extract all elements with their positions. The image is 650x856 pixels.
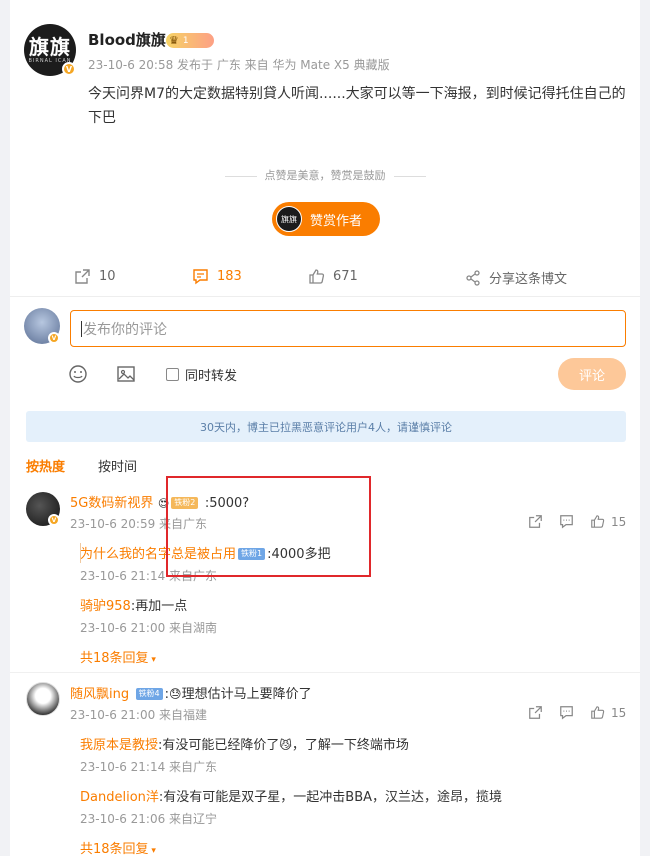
comment-icon xyxy=(193,269,208,285)
comment-actions: 15 xyxy=(528,705,626,720)
comment-like-button[interactable]: 15 xyxy=(590,514,626,529)
reply-text: :再加一点 xyxy=(130,599,188,614)
reward-author-button[interactable]: 旗旗 赞赏作者 xyxy=(272,202,380,236)
reply-line: 骑驴958:再加一点 xyxy=(80,595,187,614)
text-caret xyxy=(81,320,82,337)
sweat-emoji-icon: 😓 xyxy=(169,687,182,701)
like-button[interactable]: 671 xyxy=(308,268,358,285)
reply-icon[interactable] xyxy=(559,705,574,720)
more-replies-label: 共18条回复 xyxy=(80,651,149,666)
divider-line-right xyxy=(393,175,426,177)
comment-placeholder: 发布你的评论 xyxy=(83,321,167,338)
fan-badge: 铁粉4 xyxy=(135,688,163,700)
caret-down-icon: ▾ xyxy=(148,846,156,856)
like-count: 671 xyxy=(333,269,358,284)
reward-avatar: 旗旗 xyxy=(276,206,302,232)
reply-meta: 23-10-6 21:14 来自广东 xyxy=(80,760,218,774)
author-name[interactable]: Blood旗旗 xyxy=(88,29,166,50)
reply-text-cont: ，了解一下终端市场 xyxy=(291,738,409,753)
reply-line: Dandelion洋:有没有可能是双子星，一起冲击BBA，汉兰达，途昂，揽境 xyxy=(80,786,502,805)
share-label: 分享这条博文 xyxy=(489,272,568,287)
more-replies-label: 共18条回复 xyxy=(80,842,149,856)
post-meta: 23-10-6 20:58 发布于 广东 来自 华为 Mate X5 典藏版 xyxy=(88,58,390,72)
caret-down-icon: ▾ xyxy=(148,655,156,665)
thumbs-up-icon xyxy=(591,706,605,719)
commenter-verified-icon: V xyxy=(48,514,60,526)
repost-count: 10 xyxy=(99,269,116,284)
reply-text: :有没有可能是双子星，一起冲击BBA，汉兰达，途昂，揽境 xyxy=(158,790,503,805)
emoji-button[interactable] xyxy=(68,364,88,384)
section-divider xyxy=(10,296,640,297)
image-button[interactable] xyxy=(116,364,136,384)
share-button[interactable]: 分享这条博文 xyxy=(465,268,567,287)
repost-icon xyxy=(75,269,90,284)
repost-icon[interactable] xyxy=(528,705,543,720)
avatar-text: 旗旗 xyxy=(29,35,71,59)
comment-meta: 23-10-6 21:00 来自福建 xyxy=(70,708,208,722)
commenter-avatar[interactable] xyxy=(26,682,60,716)
post-text: 今天问界M7的大定数据特别貸人听闻......大家可以等一下海报，到时候记得托住… xyxy=(88,86,626,126)
post-card: 旗旗 BIRNAL ICAN V Blood旗旗 ♛ 1 23-10-6 20:… xyxy=(10,0,640,856)
comment-line: 随风飘ing 铁粉4:😓理想估计马上要降价了 xyxy=(70,683,312,702)
checkbox-box[interactable] xyxy=(166,368,179,381)
thumbs-up-icon xyxy=(591,515,605,528)
reply-text: :有没可能已经降价了 xyxy=(158,738,280,753)
reply-line: 我原本是教授:有没可能已经降价了😼，了解一下终端市场 xyxy=(80,734,409,753)
reply-icon[interactable] xyxy=(559,514,574,529)
cat-emoji-icon: 😼 xyxy=(279,738,292,752)
sort-by-hot-tab[interactable]: 按热度 xyxy=(26,456,65,475)
comment-like-button[interactable]: 15 xyxy=(590,705,626,720)
divider-text: 点赞是美意，赞赏是鼓励 xyxy=(264,169,386,182)
divider-line-left xyxy=(224,175,257,177)
comment-input[interactable]: 发布你的评论 xyxy=(70,310,626,347)
reward-label: 赞赏作者 xyxy=(310,213,363,229)
comment-like-count: 15 xyxy=(611,705,627,720)
reply-meta: 23-10-6 21:00 来自湖南 xyxy=(80,621,218,635)
image-icon xyxy=(117,366,135,382)
comment-count-button[interactable]: 183 xyxy=(192,268,242,285)
blacklist-notice: 30天内，博主已拉黑恶意评论用户4人，请谨慎评论 xyxy=(26,411,626,442)
reply-meta: 23-10-6 21:06 来自辽宁 xyxy=(80,812,218,826)
repost-checkbox-label: 同时转发 xyxy=(185,369,238,384)
thumbs-up-icon xyxy=(309,269,325,284)
replier-name[interactable]: 骑驴958 xyxy=(80,599,131,614)
commenter-name[interactable]: 随风飘ing xyxy=(70,687,129,702)
replier-name[interactable]: Dandelion洋 xyxy=(80,790,159,805)
submit-comment-button[interactable]: 评论 xyxy=(558,358,626,390)
comment-text: 理想估计马上要降价了 xyxy=(181,687,312,702)
commenter-name[interactable]: 5G数码新视界 xyxy=(70,496,153,511)
comment-actions: 15 xyxy=(528,514,626,529)
repost-button[interactable]: 10 xyxy=(74,268,116,285)
replier-name[interactable]: 我原本是教授 xyxy=(80,738,158,753)
crown-level: 1 xyxy=(182,35,189,46)
comment-count: 183 xyxy=(217,269,242,284)
more-replies-link[interactable]: 共18条回复 ▾ xyxy=(80,838,156,856)
comment-like-count: 15 xyxy=(611,514,627,529)
emoji-icon xyxy=(69,365,87,383)
sort-by-time-tab[interactable]: 按时间 xyxy=(98,456,137,475)
more-replies-link[interactable]: 共18条回复 ▾ xyxy=(80,647,156,666)
crown-icon: ♛ xyxy=(169,34,179,47)
repost-checkbox[interactable]: 同时转发 xyxy=(166,365,237,384)
verified-badge-icon: V xyxy=(62,62,76,76)
vip-crown-badge: ♛ 1 xyxy=(166,33,214,48)
share-icon xyxy=(466,269,480,286)
reward-divider: 点赞是美意，赞赏是鼓励 xyxy=(10,167,640,183)
comment-separator xyxy=(10,672,640,673)
my-verified-icon: V xyxy=(48,332,60,344)
repost-icon[interactable] xyxy=(528,514,543,529)
highlight-annotation-box xyxy=(166,476,371,577)
